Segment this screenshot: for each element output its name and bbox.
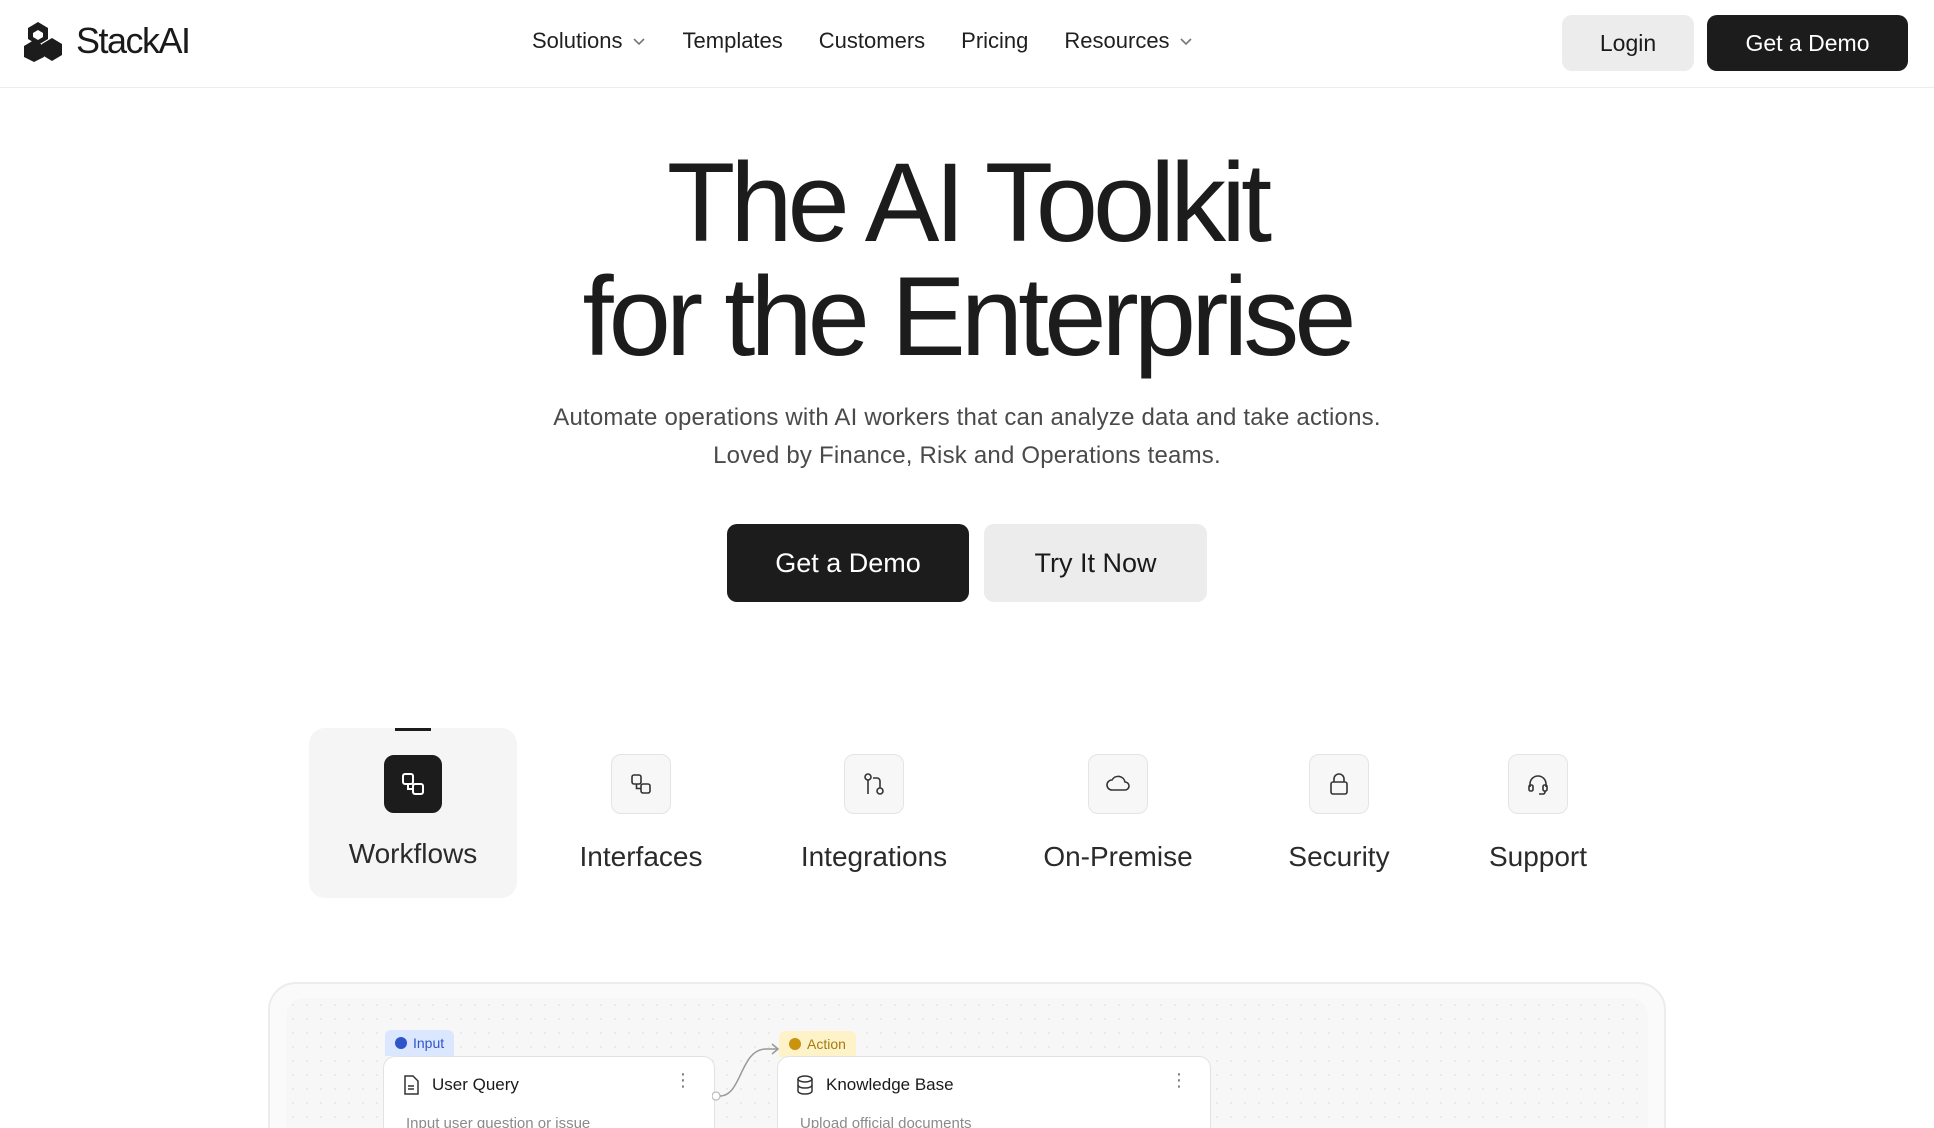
get-demo-button[interactable]: Get a Demo bbox=[727, 524, 969, 602]
tab-label: Security bbox=[1288, 841, 1390, 872]
hero-subtitle-line-1: Automate operations with AI workers that… bbox=[553, 404, 1381, 431]
input-node-card[interactable]: User Query ⋮ Input user question or issu… bbox=[383, 1056, 715, 1128]
nav-resources[interactable]: Resources bbox=[1064, 28, 1193, 54]
nav-solutions[interactable]: Solutions bbox=[532, 28, 647, 54]
document-icon bbox=[404, 1075, 419, 1095]
input-tag-label: Input bbox=[413, 1035, 445, 1051]
input-node-tag: Input bbox=[385, 1030, 455, 1056]
nav-customers-label: Customers bbox=[818, 28, 926, 53]
try-it-now-button[interactable]: Try It Now bbox=[984, 524, 1207, 602]
hero-title-line-1: The AI Toolkit bbox=[666, 140, 1272, 265]
tab-label: On-Premise bbox=[1043, 841, 1193, 872]
action-node-title: Knowledge Base bbox=[826, 1075, 954, 1094]
action-node-tag: Action bbox=[779, 1031, 856, 1057]
login-button[interactable]: Login bbox=[1562, 15, 1694, 71]
chevron-down-icon bbox=[1179, 38, 1192, 46]
logo[interactable]: StackAI bbox=[24, 20, 191, 62]
stackai-logo-icon bbox=[24, 22, 62, 62]
tab-label: Workflows bbox=[348, 838, 478, 869]
nav-solutions-label: Solutions bbox=[532, 28, 623, 53]
get-demo-header-button[interactable]: Get a Demo bbox=[1707, 15, 1908, 71]
input-node-title: User Query bbox=[432, 1075, 519, 1094]
active-tab-indicator bbox=[395, 728, 431, 731]
chevron-down-icon bbox=[632, 38, 645, 46]
action-tag-label: Action bbox=[807, 1036, 846, 1052]
input-node-description: Input user question or issue bbox=[406, 1115, 591, 1128]
tab-support[interactable]: Support bbox=[1470, 728, 1606, 898]
nav-templates-label: Templates bbox=[682, 28, 783, 53]
input-dot-icon bbox=[395, 1037, 407, 1049]
nav-pricing-label: Pricing bbox=[961, 28, 1029, 53]
workflows-icon bbox=[384, 755, 442, 813]
interfaces-icon bbox=[611, 754, 671, 814]
feature-tabs: Workflows Interfaces Integrations On-Pre… bbox=[0, 728, 1934, 898]
logo-text: StackAI bbox=[76, 20, 191, 61]
tab-interfaces[interactable]: Interfaces bbox=[558, 728, 724, 898]
main-nav: Solutions Templates Customers Pricing Re… bbox=[532, 28, 1230, 54]
hero-title: The AI Toolkit for the Enterprise bbox=[0, 146, 1934, 374]
more-vertical-icon[interactable]: ⋮ bbox=[1170, 1071, 1188, 1089]
tab-label: Support bbox=[1488, 841, 1588, 872]
play-icon bbox=[789, 1038, 801, 1050]
lock-icon bbox=[1309, 754, 1369, 814]
input-node-header: User Query bbox=[402, 1075, 519, 1095]
tab-label: Interfaces bbox=[579, 841, 703, 872]
hero-cta-row: Get a Demo Try It Now bbox=[727, 524, 1207, 602]
tab-workflows[interactable]: Workflows bbox=[309, 728, 517, 898]
hero-title-line-2: for the Enterprise bbox=[582, 254, 1356, 379]
tab-integrations[interactable]: Integrations bbox=[788, 728, 960, 898]
tab-on-premise[interactable]: On-Premise bbox=[1036, 728, 1200, 898]
nav-templates[interactable]: Templates bbox=[683, 28, 783, 54]
tab-label: Integrations bbox=[800, 841, 948, 872]
site-header: StackAI Solutions Templates Customers Pr… bbox=[0, 0, 1934, 88]
action-node-header: Knowledge Base bbox=[796, 1075, 954, 1095]
hero-subtitle-line-2: Loved by Finance, Risk and Operations te… bbox=[713, 442, 1221, 469]
headset-icon bbox=[1508, 754, 1568, 814]
action-node-card[interactable]: Knowledge Base ⋮ Upload official documen… bbox=[777, 1056, 1211, 1128]
action-node-description: Upload official documents bbox=[800, 1115, 972, 1128]
integrations-icon bbox=[844, 754, 904, 814]
database-icon bbox=[797, 1075, 813, 1095]
cloud-icon bbox=[1088, 754, 1148, 814]
nav-pricing[interactable]: Pricing bbox=[961, 28, 1028, 54]
nav-resources-label: Resources bbox=[1064, 28, 1170, 53]
more-vertical-icon[interactable]: ⋮ bbox=[674, 1071, 692, 1089]
node-connector bbox=[712, 1043, 780, 1101]
tab-security[interactable]: Security bbox=[1268, 728, 1410, 898]
hero-subtitle: Automate operations with AI workers that… bbox=[0, 399, 1934, 475]
nav-customers[interactable]: Customers bbox=[819, 28, 925, 54]
